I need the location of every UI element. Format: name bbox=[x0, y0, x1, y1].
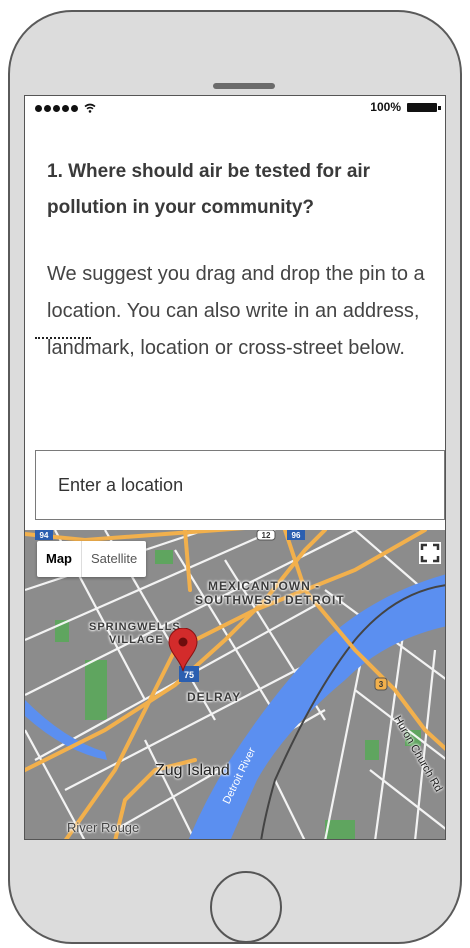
map-label-delray: DELRAY bbox=[187, 690, 242, 704]
map-label-mexicantown: MEXICANTOWN - bbox=[208, 579, 321, 593]
map-label-southwest-detroit: SOUTHWEST DETROIT bbox=[195, 593, 345, 607]
svg-text:3: 3 bbox=[379, 680, 384, 689]
map-view[interactable]: 94 12 96 75 3 Map Satellite MEXICANTOWN … bbox=[25, 530, 445, 839]
map-label-zug-island: Zug Island bbox=[155, 762, 230, 779]
fullscreen-icon[interactable] bbox=[419, 542, 441, 564]
satellite-view-button[interactable]: Satellite bbox=[82, 541, 146, 577]
location-input[interactable] bbox=[35, 450, 445, 520]
svg-text:12: 12 bbox=[262, 531, 271, 540]
battery-icon bbox=[407, 103, 441, 112]
map-view-button[interactable]: Map bbox=[37, 541, 82, 577]
map-label-river-rouge: River Rouge bbox=[67, 820, 140, 835]
phone-screen: 100% 1. Where should air be tested for a… bbox=[24, 95, 446, 840]
wifi-icon bbox=[84, 103, 96, 114]
question-title: 1. Where should air be tested for air po… bbox=[47, 161, 371, 218]
dotted-marker bbox=[35, 337, 91, 339]
battery-percent: 100% bbox=[370, 100, 401, 114]
home-button[interactable] bbox=[210, 871, 282, 943]
status-bar: 100% bbox=[25, 96, 445, 120]
speaker-slot bbox=[213, 83, 275, 89]
map-label-village: VILLAGE bbox=[109, 634, 164, 646]
svg-text:94: 94 bbox=[40, 531, 49, 540]
map-pin-icon[interactable] bbox=[168, 628, 198, 672]
map-type-control: Map Satellite bbox=[37, 541, 147, 577]
map-label-springwells: SPRINGWELLS bbox=[89, 621, 181, 633]
question-description: We suggest you drag and drop the pin to … bbox=[47, 263, 425, 359]
svg-text:96: 96 bbox=[292, 531, 301, 540]
signal-dots-icon bbox=[35, 103, 96, 114]
